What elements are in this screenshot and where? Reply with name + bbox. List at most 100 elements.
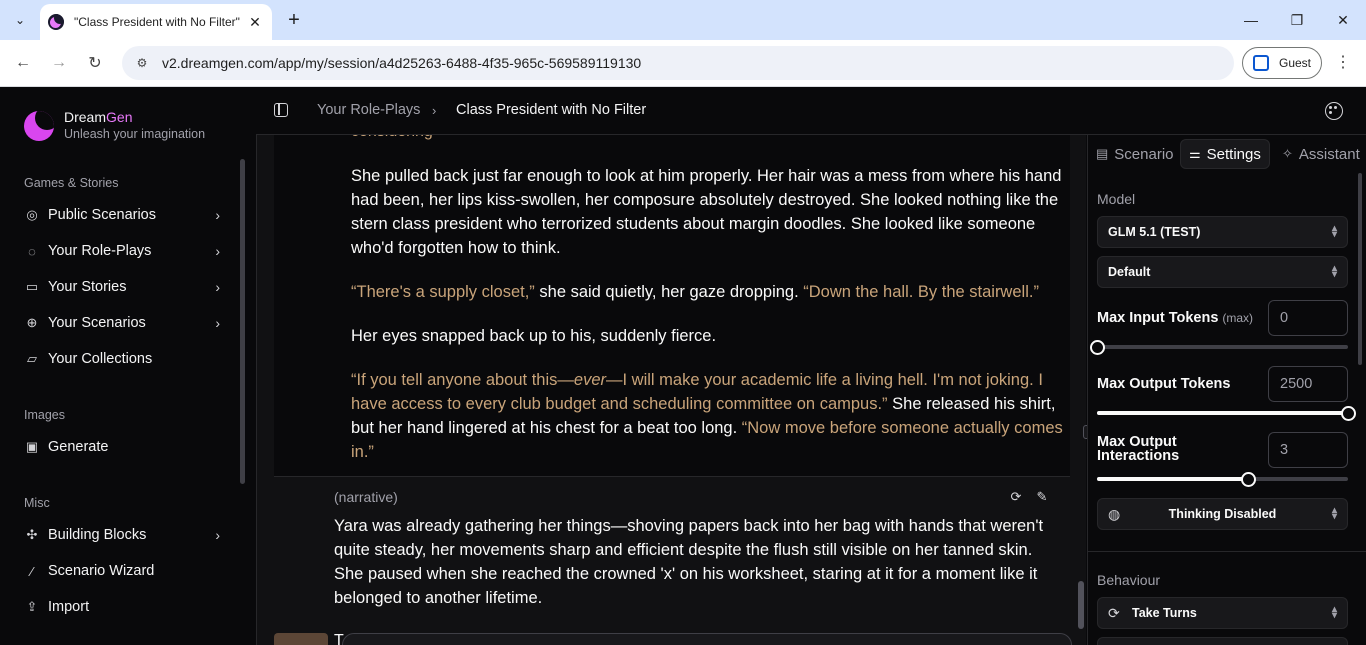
max-interactions-field[interactable]: 3 <box>1268 432 1348 468</box>
brand[interactable]: DreamGen Unleash your imagination <box>24 109 205 142</box>
section-games-stories: Games & Stories <box>24 176 119 190</box>
slider-thumb[interactable] <box>1241 472 1256 487</box>
sidebar: DreamGen Unleash your imagination Games … <box>0 87 256 645</box>
preset-select[interactable]: Default ▴ ▾ <box>1097 256 1348 288</box>
sidebar-item-label: Your Role-Plays <box>48 243 152 259</box>
sidebar-item-generate[interactable]: ▣ Generate <box>16 431 232 463</box>
message-paragraph: She pulled back just far enough to look … <box>351 167 1062 257</box>
profile-button[interactable]: Guest <box>1242 47 1322 79</box>
sparkle-icon: ✧ <box>1282 146 1293 161</box>
profile-icon <box>1253 55 1269 71</box>
sidebar-item-your-stories[interactable]: ▭ Your Stories › <box>16 271 232 303</box>
regenerate-icon[interactable]: ⟳ <box>1009 489 1023 504</box>
slider-thumb[interactable] <box>1090 340 1105 355</box>
compass-icon: ◎ <box>26 207 38 222</box>
sidebar-item-label: Your Stories <box>48 279 127 295</box>
max-input-label: Max Input Tokens (max) <box>1097 310 1254 326</box>
back-arrow-icon[interactable]: ← <box>11 51 35 75</box>
tab-settings[interactable]: ⚌ Settings <box>1180 139 1270 169</box>
edit-pencil-icon[interactable]: ✎ <box>1035 489 1049 504</box>
chevron-right-icon: › <box>215 279 220 295</box>
forward-arrow-icon[interactable]: → <box>47 51 71 75</box>
top-bar: Your Role-Plays › Class President with N… <box>256 87 1366 135</box>
reload-icon[interactable]: ↻ <box>83 51 107 75</box>
browser-tab[interactable]: "Class President with No Filter" ✕ <box>40 4 272 40</box>
document-icon: ▤ <box>1096 146 1109 161</box>
chevron-right-icon: › <box>215 315 220 331</box>
sidebar-item-label: Scenario Wizard <box>48 563 155 579</box>
upload-icon: ⇪ <box>26 599 38 614</box>
browser-toolbar: ← → ↻ ⚙ v2.dreamgen.com/app/my/session/a… <box>0 40 1366 87</box>
tab-scenario[interactable]: ▤ Scenario <box>1088 139 1182 169</box>
max-interactions-slider[interactable] <box>1097 472 1348 487</box>
brain-icon: ◍ <box>1108 505 1121 522</box>
behaviour-select[interactable]: ⟳ Take Turns ▴ ▾ <box>1097 597 1348 629</box>
cycle-icon: ⟳ <box>1108 604 1120 621</box>
thinking-select[interactable]: ◍ Thinking Disabled ▴ ▾ <box>1097 498 1348 530</box>
avatar <box>274 633 328 645</box>
slider-thumb[interactable] <box>1341 406 1356 421</box>
max-output-label: Max Output Tokens <box>1097 376 1231 392</box>
max-output-field[interactable]: 2500 <box>1268 366 1348 402</box>
browser-menu-icon[interactable]: ⋮ <box>1334 52 1352 74</box>
panel-scrollbar[interactable] <box>1358 173 1362 365</box>
max-input-field[interactable]: 0 <box>1268 300 1348 336</box>
behaviour-label: Behaviour <box>1097 572 1161 588</box>
address-bar[interactable]: ⚙ v2.dreamgen.com/app/my/session/a4d2526… <box>122 46 1234 80</box>
model-label: Model <box>1097 191 1136 207</box>
panel-tabs: ▤ Scenario ⚌ Settings ✧ Assistant <box>1088 135 1366 173</box>
dreamgen-favicon-icon <box>48 14 64 30</box>
chevron-up-down-icon: ▴ ▾ <box>1331 604 1337 621</box>
sidebar-item-label: Your Scenarios <box>48 315 146 331</box>
message-composer[interactable] <box>342 633 1072 645</box>
tab-assistant[interactable]: ✧ Assistant <box>1274 139 1366 169</box>
sidebar-item-your-role-plays[interactable]: ◌ Your Role-Plays › <box>16 235 232 267</box>
close-window-icon[interactable]: ✕ <box>1331 8 1355 32</box>
sidebar-item-building-blocks[interactable]: ✣ Building Blocks › <box>16 519 232 551</box>
message-actions: ⟳ ✎ <box>1009 489 1049 504</box>
breadcrumb-current: Class President with No Filter <box>456 102 647 118</box>
sidebar-item-scenario-wizard[interactable]: ⁄ Scenario Wizard <box>16 555 232 587</box>
sidebar-item-label: Building Blocks <box>48 527 147 543</box>
sidebar-item-label: Generate <box>48 439 109 455</box>
new-tab-icon[interactable]: + <box>282 8 306 32</box>
book-icon: ▭ <box>25 279 39 294</box>
sidebar-item-your-scenarios[interactable]: ⊕ Your Scenarios › <box>16 307 232 339</box>
breadcrumb-parent[interactable]: Your Role-Plays <box>317 102 420 118</box>
section-misc: Misc <box>24 496 50 510</box>
sidebar-toggle-icon[interactable] <box>274 103 288 117</box>
chevron-up-down-icon: ▴ ▾ <box>1331 263 1337 280</box>
site-info-icon[interactable]: ⚙ <box>134 55 150 71</box>
sidebar-item-your-collections[interactable]: ▱ Your Collections <box>16 343 232 375</box>
max-output-slider[interactable] <box>1097 406 1356 421</box>
sidebar-item-public-scenarios[interactable]: ◎ Public Scenarios › <box>16 199 232 231</box>
palette-icon[interactable] <box>1325 102 1343 120</box>
restore-icon[interactable]: ❐ <box>1285 8 1309 32</box>
narrative-message-text: Yara was already gathering her things—sh… <box>334 517 1044 607</box>
brand-tagline: Unleash your imagination <box>64 127 206 141</box>
section-images: Images <box>24 408 65 422</box>
max-input-slider[interactable] <box>1090 340 1348 355</box>
sidebar-item-import[interactable]: ⇪ Import <box>16 591 232 623</box>
url-text: v2.dreamgen.com/app/my/session/a4d25263-… <box>162 55 642 71</box>
chat-bubble-icon: ◌ <box>28 243 36 259</box>
chevron-up-down-icon: ▴ ▾ <box>1331 505 1337 522</box>
sidebar-item-label: Public Scenarios <box>48 207 156 223</box>
globe-icon: ⊕ <box>26 315 38 330</box>
profile-label: Guest <box>1279 56 1312 70</box>
divider <box>1088 551 1366 552</box>
chevron-right-icon: › <box>215 527 220 543</box>
sidebar-scrollbar[interactable] <box>240 159 245 484</box>
next-select[interactable] <box>1097 637 1348 645</box>
folder-icon: ▱ <box>27 351 37 366</box>
model-select[interactable]: GLM 5.1 (TEST) ▴ ▾ <box>1097 216 1348 248</box>
chat-scrollbar[interactable] <box>1078 581 1084 629</box>
minimize-icon[interactable]: — <box>1239 8 1263 32</box>
brand-name: DreamGen <box>64 109 133 125</box>
max-interactions-label: Max Output Interactions <box>1097 434 1180 464</box>
close-tab-icon[interactable]: ✕ <box>246 14 264 31</box>
chevron-right-icon: › <box>215 207 220 223</box>
sidebar-item-label: Your Collections <box>48 351 153 367</box>
tab-search-icon[interactable]: ⌄ <box>8 8 32 32</box>
sliders-icon: ⚌ <box>1189 146 1201 161</box>
